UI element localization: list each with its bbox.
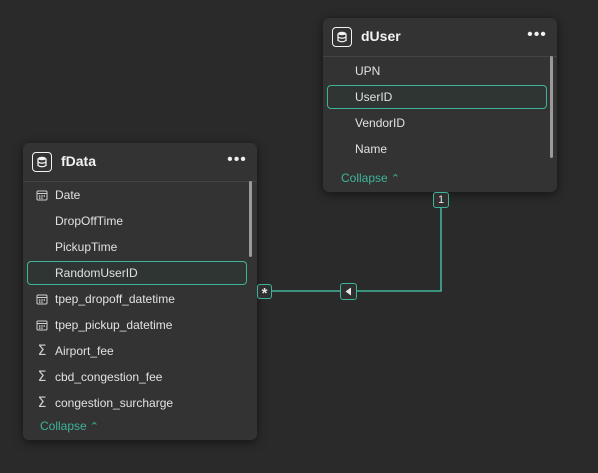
collapse-label: Collapse bbox=[341, 171, 388, 185]
field-tpep-dropoff-datetime[interactable]: tpep_dropoff_datetime bbox=[27, 287, 247, 311]
field-label: RandomUserID bbox=[55, 266, 138, 280]
calendar-icon bbox=[35, 313, 49, 337]
field-congestion-surcharge[interactable]: Σ congestion_surcharge bbox=[27, 391, 247, 411]
field-label: UserID bbox=[355, 90, 393, 104]
table-header[interactable]: fData ••• bbox=[23, 143, 257, 182]
sigma-icon: Σ bbox=[37, 395, 47, 411]
field-label: tpep_dropoff_datetime bbox=[55, 292, 175, 306]
collapse-link[interactable]: Collapse ⌃ bbox=[40, 419, 99, 433]
table-title: dUser bbox=[361, 28, 401, 44]
table-header[interactable]: dUser ••• bbox=[323, 18, 557, 57]
field-pickuptime[interactable]: PickupTime bbox=[27, 235, 247, 259]
field-airport-fee[interactable]: Σ Airport_fee bbox=[27, 339, 247, 363]
table-icon bbox=[332, 27, 352, 47]
field-date[interactable]: Date bbox=[27, 183, 247, 207]
cardinality-one-label: 1 bbox=[437, 194, 445, 206]
field-label: Name bbox=[355, 142, 388, 156]
chevron-up-icon: ⌃ bbox=[390, 173, 400, 185]
cardinality-one-marker[interactable]: 1 bbox=[433, 192, 449, 208]
cardinality-many-marker[interactable]: * bbox=[257, 284, 272, 302]
more-options-button[interactable]: ••• bbox=[227, 149, 247, 171]
table-card-duser[interactable]: dUser ••• UPN UserID VendorID Name Colla… bbox=[323, 18, 557, 192]
cardinality-many-label: * bbox=[261, 284, 268, 302]
collapse-label: Collapse bbox=[40, 419, 87, 433]
more-options-button[interactable]: ••• bbox=[527, 24, 547, 46]
field-label: cbd_congestion_fee bbox=[55, 370, 163, 384]
field-label: tpep_pickup_datetime bbox=[55, 318, 173, 332]
field-name[interactable]: Name bbox=[327, 137, 547, 161]
cross-filter-direction-marker[interactable] bbox=[340, 283, 357, 300]
field-label: DropOffTime bbox=[55, 214, 124, 228]
scrollbar[interactable] bbox=[249, 181, 252, 257]
collapse-link[interactable]: Collapse ⌃ bbox=[341, 171, 400, 185]
chevron-up-icon: ⌃ bbox=[89, 421, 99, 433]
field-label: Date bbox=[55, 188, 81, 202]
field-label: Airport_fee bbox=[55, 344, 114, 358]
model-canvas[interactable]: fData ••• Date DropOffTime PickupTime Ra… bbox=[0, 0, 598, 473]
field-label: congestion_surcharge bbox=[55, 396, 174, 410]
field-upn[interactable]: UPN bbox=[327, 59, 547, 83]
field-cbd-congestion-fee[interactable]: Σ cbd_congestion_fee bbox=[27, 365, 247, 389]
sigma-icon: Σ bbox=[37, 369, 47, 385]
field-tpep-pickup-datetime[interactable]: tpep_pickup_datetime bbox=[27, 313, 247, 337]
table-title: fData bbox=[61, 153, 97, 169]
table-card-fdata[interactable]: fData ••• Date DropOffTime PickupTime Ra… bbox=[23, 143, 257, 440]
arrow-left-icon bbox=[345, 287, 351, 296]
sigma-icon: Σ bbox=[37, 343, 47, 359]
table-icon bbox=[32, 152, 52, 172]
field-vendorid[interactable]: VendorID bbox=[327, 111, 547, 135]
field-label: UPN bbox=[355, 64, 381, 78]
calendar-icon bbox=[35, 183, 49, 207]
scrollbar[interactable] bbox=[550, 56, 553, 158]
calendar-icon bbox=[35, 287, 49, 311]
field-userid[interactable]: UserID bbox=[327, 85, 547, 109]
field-label: PickupTime bbox=[55, 240, 118, 254]
field-label: VendorID bbox=[355, 116, 406, 130]
field-randomuserid[interactable]: RandomUserID bbox=[27, 261, 247, 285]
field-dropofftime[interactable]: DropOffTime bbox=[27, 209, 247, 233]
